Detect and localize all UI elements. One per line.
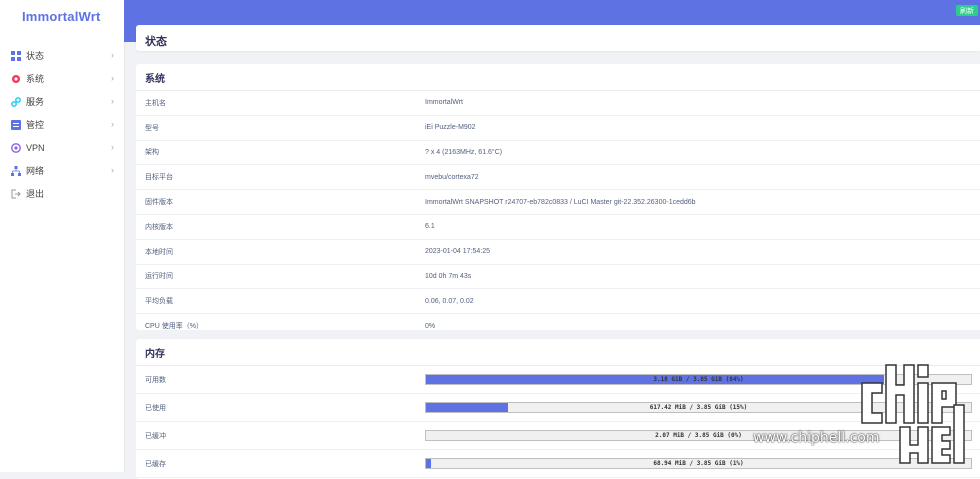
- chevron-right-icon: ›: [111, 119, 114, 129]
- row-value: 10d 0h 7m 43s: [425, 272, 472, 280]
- row-key: CPU 使用率（%）: [145, 323, 203, 331]
- row-value: ImmortalWrt: [425, 99, 463, 107]
- table-row: 架构 ? x 4 (2163MHz, 61.6°C): [136, 141, 980, 166]
- table-row: 固件版本 ImmortalWrt SNAPSHOT r24707-eb782c08…: [136, 190, 980, 215]
- row-key: 本地时间: [145, 248, 173, 256]
- row-value: iEi Puzzle-M902: [425, 124, 476, 132]
- logout-icon: [10, 188, 21, 199]
- table-row: 可用数 3.18 GiB / 3.85 GiB (84%): [136, 366, 980, 394]
- row-key: 内核版本: [145, 223, 173, 231]
- row-value: ImmortalWrt SNAPSHOT r24707-eb782c0833 /…: [425, 198, 696, 206]
- progress-text: 3.18 GiB / 3.85 GiB (84%): [653, 376, 744, 383]
- dashboard-icon: [10, 50, 21, 61]
- progress-text: 2.07 MiB / 3.85 GiB (0%): [655, 432, 742, 439]
- row-key: 平均负载: [145, 298, 173, 306]
- row-key: 型号: [145, 124, 159, 132]
- sidebar-item-label: 状态: [26, 51, 45, 61]
- progress-bar: 617.42 MiB / 3.85 GiB (15%): [425, 402, 972, 413]
- progress-bar: 2.07 MiB / 3.85 GiB (0%): [425, 430, 972, 441]
- system-card: 系统 主机名 ImmortalWrt 型号 iEi Puzzle-M902 架构 ? …: [136, 64, 980, 339]
- link-icon: [10, 96, 21, 107]
- page-title: 状态: [145, 36, 167, 48]
- row-key: 目标平台: [145, 174, 173, 182]
- chevron-right-icon: ›: [111, 50, 114, 60]
- control-icon: [10, 119, 21, 130]
- sidebar-item-label: 管控: [26, 120, 45, 130]
- progress-text: 617.42 MiB / 3.85 GiB (15%): [649, 404, 748, 411]
- page-header: 状态: [136, 25, 980, 51]
- table-row: 平均负载 0.06, 0.07, 0.02: [136, 289, 980, 315]
- table-row: CPU 使用率（%） 0%: [136, 314, 980, 339]
- table-row: 内核版本 6.1: [136, 215, 980, 240]
- table-row: 已使用 617.42 MiB / 3.85 GiB (15%): [136, 394, 980, 422]
- row-value: 0.06, 0.07, 0.02: [425, 297, 474, 305]
- row-key: 运行时间: [145, 273, 173, 281]
- shield-icon: [10, 142, 21, 153]
- memory-card: 内存 可用数 3.18 GiB / 3.85 GiB (84%) 已使用 617…: [136, 339, 980, 479]
- table-row: 型号 iEi Puzzle-M902: [136, 116, 980, 141]
- row-key: 已缓冲: [145, 432, 166, 440]
- progress-bar: 3.18 GiB / 3.85 GiB (84%): [425, 374, 972, 385]
- sidebar-item-label: 网络: [26, 166, 45, 176]
- sidebar-menu: 状态 › 系统 › 服务 › 管控 › VPN › 网络 › 退出: [0, 44, 124, 205]
- table-row: 运行时间 10d 0h 7m 43s: [136, 265, 980, 290]
- row-value: mvebu/cortexa72: [425, 173, 479, 181]
- row-value: 0%: [425, 322, 436, 330]
- table-row: 本地时间 2023-01-04 17:54:25: [136, 240, 980, 265]
- sidebar-item-label: 服务: [26, 97, 45, 107]
- sidebar-item-control[interactable]: 管控 ›: [0, 113, 124, 136]
- row-value: ? x 4 (2163MHz, 61.6°C): [425, 148, 503, 156]
- sidebar-item-label: 退出: [26, 189, 45, 199]
- progress-bar: 68.94 MiB / 3.85 GiB (1%): [425, 458, 972, 469]
- table-row: 目标平台 mvebu/cortexa72: [136, 165, 980, 191]
- table-row: 已缓存 68.94 MiB / 3.85 GiB (1%): [136, 450, 980, 478]
- sidebar-item-vpn[interactable]: VPN ›: [0, 136, 124, 159]
- sidebar-item-status[interactable]: 状态 ›: [0, 44, 124, 67]
- sidebar: ImmortalWrt 状态 › 系统 › 服务 › 管控 › VPN › 网络…: [0, 0, 125, 472]
- row-key: 已使用: [145, 404, 166, 412]
- refresh-button[interactable]: 刷新: [956, 5, 978, 16]
- row-key: 架构: [145, 149, 159, 157]
- row-key: 已缓存: [145, 460, 166, 468]
- gear-icon: [10, 73, 21, 84]
- sidebar-item-logout[interactable]: 退出: [0, 182, 124, 205]
- table-row: 主机名 ImmortalWrt: [136, 91, 980, 116]
- chevron-right-icon: ›: [111, 96, 114, 106]
- network-icon: [10, 165, 21, 176]
- watermark-text: www.chiphell.com: [753, 430, 880, 446]
- system-title: 系统: [136, 64, 980, 91]
- sidebar-item-system[interactable]: 系统 ›: [0, 67, 124, 90]
- brand-logo[interactable]: ImmortalWrt: [22, 9, 101, 24]
- chevron-right-icon: ›: [111, 165, 114, 175]
- chevron-right-icon: ›: [111, 73, 114, 83]
- row-value: 2023-01-04 17:54:25: [425, 248, 490, 256]
- sidebar-item-label: 系统: [26, 74, 45, 84]
- memory-title: 内存: [136, 339, 980, 366]
- row-key: 固件版本: [145, 199, 173, 207]
- progress-text: 68.94 MiB / 3.85 GiB (1%): [653, 460, 744, 467]
- row-value: 6.1: [425, 223, 435, 231]
- sidebar-item-network[interactable]: 网络 ›: [0, 159, 124, 182]
- sidebar-item-label: VPN: [26, 142, 45, 153]
- chevron-right-icon: ›: [111, 142, 114, 152]
- row-key: 主机名: [145, 99, 166, 107]
- row-key: 可用数: [145, 376, 166, 384]
- sidebar-item-services[interactable]: 服务 ›: [0, 90, 124, 113]
